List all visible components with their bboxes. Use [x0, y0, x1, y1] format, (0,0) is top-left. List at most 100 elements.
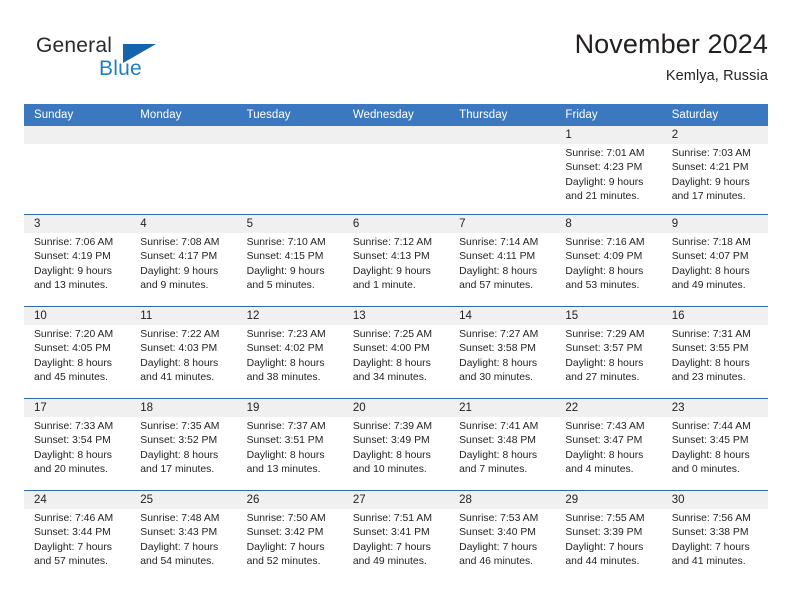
day-cell[interactable]: 8 Sunrise: 7:16 AM Sunset: 4:09 PM Dayli…: [555, 215, 662, 306]
daylight-text-line1: Daylight: 8 hours: [459, 265, 538, 277]
day-cell[interactable]: 29 Sunrise: 7:55 AM Sunset: 3:39 PM Dayl…: [555, 491, 662, 582]
sunset-text: Sunset: 4:03 PM: [140, 343, 218, 355]
day-cell[interactable]: 16 Sunrise: 7:31 AM Sunset: 3:55 PM Dayl…: [661, 307, 768, 398]
title-block: November 2024 Kemlya, Russia: [575, 28, 768, 86]
day-number: 4: [130, 215, 237, 233]
weekday-friday: Friday: [565, 109, 598, 121]
day-cell[interactable]: 11 Sunrise: 7:22 AM Sunset: 4:03 PM Dayl…: [130, 307, 237, 398]
day-cell[interactable]: 14 Sunrise: 7:27 AM Sunset: 3:58 PM Dayl…: [449, 307, 556, 398]
daylight-text-line1: Daylight: 8 hours: [459, 357, 538, 369]
sunrise-text: Sunrise: 7:56 AM: [671, 513, 751, 524]
sunset-text: Sunset: 4:15 PM: [246, 251, 324, 263]
daylight-text-line2: and 45 minutes.: [34, 372, 108, 384]
day-cell[interactable]: 2 Sunrise: 7:03 AM Sunset: 4:21 PM Dayli…: [661, 126, 768, 214]
weekday-header-row: Sunday Monday Tuesday Wednesday Thursday…: [24, 104, 768, 126]
day-cell[interactable]: 25 Sunrise: 7:48 AM Sunset: 3:43 PM Dayl…: [130, 491, 237, 582]
day-cell[interactable]: 18 Sunrise: 7:35 AM Sunset: 3:52 PM Dayl…: [130, 399, 237, 490]
day-number: [24, 126, 131, 144]
day-info: Sunrise: 7:50 AM Sunset: 3:42 PM Dayligh…: [237, 509, 343, 570]
day-cell[interactable]: [449, 126, 556, 214]
day-info: Sunrise: 7:22 AM Sunset: 4:03 PM Dayligh…: [130, 325, 236, 386]
sunset-text: Sunset: 3:55 PM: [671, 343, 749, 355]
day-cell[interactable]: 30 Sunrise: 7:56 AM Sunset: 3:38 PM Dayl…: [661, 491, 768, 582]
day-info: Sunrise: 7:10 AM Sunset: 4:15 PM Dayligh…: [237, 233, 343, 294]
day-cell[interactable]: 1 Sunrise: 7:01 AM Sunset: 4:23 PM Dayli…: [555, 126, 662, 214]
day-number: 5: [236, 215, 343, 233]
day-cell[interactable]: 3 Sunrise: 7:06 AM Sunset: 4:19 PM Dayli…: [24, 215, 131, 306]
day-number: 9: [661, 215, 768, 233]
day-cell[interactable]: 20 Sunrise: 7:39 AM Sunset: 3:49 PM Dayl…: [342, 399, 450, 490]
day-info: Sunrise: 7:12 AM Sunset: 4:13 PM Dayligh…: [343, 233, 449, 294]
daylight-text-line2: and 21 minutes.: [565, 191, 640, 203]
sunset-text: Sunset: 4:19 PM: [34, 251, 111, 263]
day-number: 27: [342, 491, 450, 509]
day-number: 10: [24, 307, 131, 325]
sunrise-text: Sunrise: 7:20 AM: [34, 329, 114, 340]
day-cell[interactable]: 4 Sunrise: 7:08 AM Sunset: 4:17 PM Dayli…: [130, 215, 237, 306]
daylight-text-line2: and 53 minutes.: [565, 280, 640, 292]
sunrise-text: Sunrise: 7:37 AM: [246, 421, 326, 432]
day-number: 7: [449, 215, 556, 233]
day-cell[interactable]: 24 Sunrise: 7:46 AM Sunset: 3:44 PM Dayl…: [24, 491, 131, 582]
daylight-text-line2: and 13 minutes.: [246, 464, 321, 476]
day-info: Sunrise: 7:41 AM Sunset: 3:48 PM Dayligh…: [449, 417, 555, 478]
day-cell[interactable]: 5 Sunrise: 7:10 AM Sunset: 4:15 PM Dayli…: [236, 215, 343, 306]
day-number: 29: [555, 491, 662, 509]
day-info: Sunrise: 7:51 AM Sunset: 3:41 PM Dayligh…: [343, 509, 449, 570]
daylight-text-line1: Daylight: 8 hours: [140, 357, 219, 369]
day-cell[interactable]: 10 Sunrise: 7:20 AM Sunset: 4:05 PM Dayl…: [24, 307, 131, 398]
day-cell[interactable]: 13 Sunrise: 7:25 AM Sunset: 4:00 PM Dayl…: [342, 307, 450, 398]
week-row: 17 Sunrise: 7:33 AM Sunset: 3:54 PM Dayl…: [24, 398, 768, 490]
day-cell[interactable]: 12 Sunrise: 7:23 AM Sunset: 4:02 PM Dayl…: [236, 307, 343, 398]
day-number: [130, 126, 237, 144]
daylight-text-line2: and 57 minutes.: [34, 556, 108, 568]
daylight-text-line2: and 17 minutes.: [140, 464, 215, 476]
sunrise-text: Sunrise: 7:31 AM: [671, 329, 751, 340]
daylight-text-line1: Daylight: 7 hours: [671, 541, 750, 553]
day-number: 15: [555, 307, 662, 325]
day-cell[interactable]: 26 Sunrise: 7:50 AM Sunset: 3:42 PM Dayl…: [236, 491, 343, 582]
day-cell[interactable]: 21 Sunrise: 7:41 AM Sunset: 3:48 PM Dayl…: [449, 399, 556, 490]
sunset-text: Sunset: 4:11 PM: [459, 251, 536, 263]
day-cell[interactable]: 6 Sunrise: 7:12 AM Sunset: 4:13 PM Dayli…: [342, 215, 450, 306]
daylight-text-line1: Daylight: 9 hours: [34, 265, 112, 277]
day-cell[interactable]: 7 Sunrise: 7:14 AM Sunset: 4:11 PM Dayli…: [449, 215, 556, 306]
daylight-text-line2: and 49 minutes.: [671, 280, 746, 292]
sunrise-text: Sunrise: 7:33 AM: [34, 421, 114, 432]
day-info: Sunrise: 7:14 AM Sunset: 4:11 PM Dayligh…: [449, 233, 555, 294]
day-cell[interactable]: 23 Sunrise: 7:44 AM Sunset: 3:45 PM Dayl…: [661, 399, 768, 490]
daylight-text-line1: Daylight: 7 hours: [140, 541, 219, 553]
weekday-saturday: Saturday: [671, 109, 719, 121]
day-info: Sunrise: 7:33 AM Sunset: 3:54 PM Dayligh…: [24, 417, 130, 478]
day-cell[interactable]: 19 Sunrise: 7:37 AM Sunset: 3:51 PM Dayl…: [236, 399, 343, 490]
week-row: 3 Sunrise: 7:06 AM Sunset: 4:19 PM Dayli…: [24, 214, 768, 306]
daylight-text-line2: and 30 minutes.: [459, 372, 534, 384]
day-cell[interactable]: 9 Sunrise: 7:18 AM Sunset: 4:07 PM Dayli…: [661, 215, 768, 306]
day-cell[interactable]: [24, 126, 131, 214]
day-cell[interactable]: 28 Sunrise: 7:53 AM Sunset: 3:40 PM Dayl…: [449, 491, 556, 582]
day-cell[interactable]: 17 Sunrise: 7:33 AM Sunset: 3:54 PM Dayl…: [24, 399, 131, 490]
daylight-text-line1: Daylight: 8 hours: [671, 265, 750, 277]
week-row: 24 Sunrise: 7:46 AM Sunset: 3:44 PM Dayl…: [24, 490, 768, 582]
general-blue-logo[interactable]: General Blue: [36, 34, 216, 90]
day-info: Sunrise: 7:25 AM Sunset: 4:00 PM Dayligh…: [343, 325, 449, 386]
sunset-text: Sunset: 4:00 PM: [352, 343, 430, 355]
day-number: 21: [449, 399, 556, 417]
daylight-text-line2: and 10 minutes.: [352, 464, 427, 476]
sunset-text: Sunset: 4:09 PM: [565, 251, 643, 263]
day-cell[interactable]: [342, 126, 450, 214]
day-cell[interactable]: [236, 126, 343, 214]
day-cell[interactable]: 22 Sunrise: 7:43 AM Sunset: 3:47 PM Dayl…: [555, 399, 662, 490]
day-cell[interactable]: 27 Sunrise: 7:51 AM Sunset: 3:41 PM Dayl…: [342, 491, 450, 582]
daylight-text-line1: Daylight: 8 hours: [140, 449, 219, 461]
day-cell[interactable]: 15 Sunrise: 7:29 AM Sunset: 3:57 PM Dayl…: [555, 307, 662, 398]
day-info: Sunrise: 7:16 AM Sunset: 4:09 PM Dayligh…: [555, 233, 661, 294]
day-number: 22: [555, 399, 662, 417]
day-cell[interactable]: [130, 126, 237, 214]
daylight-text-line1: Daylight: 8 hours: [34, 357, 112, 369]
daylight-text-line2: and 41 minutes.: [140, 372, 215, 384]
day-info: Sunrise: 7:37 AM Sunset: 3:51 PM Dayligh…: [237, 417, 343, 478]
sunset-text: Sunset: 3:48 PM: [459, 435, 536, 447]
day-number: 24: [24, 491, 131, 509]
daylight-text-line1: Daylight: 7 hours: [246, 541, 325, 553]
